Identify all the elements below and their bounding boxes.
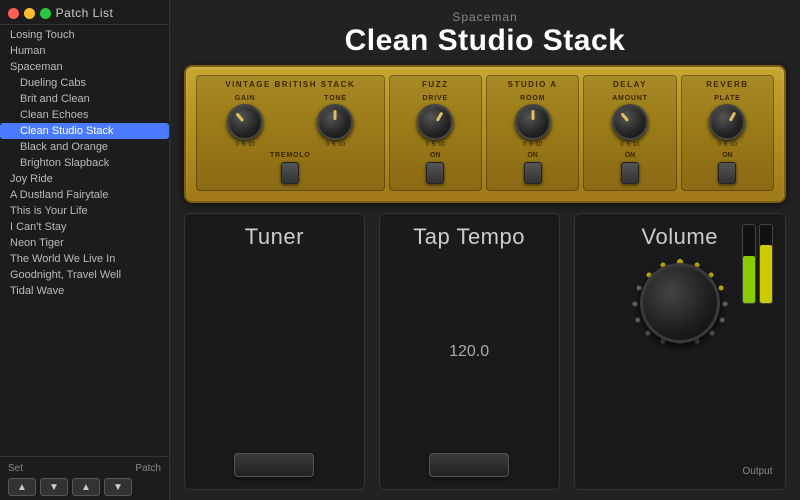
amp-section-vintage-british: VINTAGE BRITISH STACK GAIN 0510 TONE 051… <box>196 75 385 191</box>
patch-item[interactable]: Brit and Clean <box>0 91 169 107</box>
bottom-section: Tuner Tap Tempo 120.0 Volume <box>184 213 786 490</box>
knobs-row: GAIN 0510 TONE 0510 <box>203 95 378 148</box>
patch-item[interactable]: Neon Tiger <box>0 235 169 251</box>
patch-item[interactable]: Clean Echoes <box>0 107 169 123</box>
section-label-vintage: VINTAGE BRITISH STACK <box>203 80 378 89</box>
sidebar: Patch List Losing TouchHumanSpacemanDuel… <box>0 0 170 500</box>
patch-item[interactable]: The World We Live In <box>0 251 169 267</box>
reverb-toggle[interactable] <box>718 162 736 184</box>
fuzz-toggle[interactable] <box>426 162 444 184</box>
patch-item[interactable]: I Can't Stay <box>0 219 169 235</box>
patch-item[interactable]: Dueling Cabs <box>0 75 169 91</box>
section-label-fuzz: FUZZ <box>396 80 475 89</box>
tap-tempo-value: 120.0 <box>449 343 489 361</box>
output-label: Output <box>742 466 772 477</box>
tap-tempo-button[interactable] <box>429 453 509 477</box>
nav-buttons: ▲▼▲▼ <box>8 478 161 496</box>
set-label: Set <box>8 463 23 474</box>
amp-section-reverb: REVERB PLATE 0510 ON <box>681 75 774 191</box>
main-area: Spaceman Clean Studio Stack VINTAGE BRIT… <box>170 0 800 500</box>
patch-item[interactable]: Tidal Wave <box>0 283 169 299</box>
delay-toggle[interactable] <box>621 162 639 184</box>
knob-group-plate: PLATE 0510 <box>709 95 745 148</box>
nav-button-2[interactable]: ▲ <box>72 478 100 496</box>
knob-group-drive: DRIVE 0510 <box>417 95 453 148</box>
patch-item[interactable]: Joy Ride <box>0 171 169 187</box>
section-label-studio-a: STUDIO A <box>493 80 572 89</box>
window-maximize-button[interactable] <box>40 8 51 19</box>
studio-a-toggle[interactable] <box>524 162 542 184</box>
nav-button-1[interactable]: ▼ <box>40 478 68 496</box>
tremolo-area: TREMOLO <box>203 152 378 184</box>
patch-item[interactable]: This is Your Life <box>0 203 169 219</box>
nav-button-0[interactable]: ▲ <box>8 478 36 496</box>
tuner-panel: Tuner <box>184 213 365 490</box>
patch-item[interactable]: Clean Studio Stack <box>0 123 169 139</box>
amp-section-studio-a: STUDIO A ROOM 0510 ON <box>486 75 579 191</box>
plate-knob[interactable] <box>709 104 745 140</box>
patch-item[interactable]: A Dustland Fairytale <box>0 187 169 203</box>
fader-container <box>742 224 773 462</box>
patch-list: Losing TouchHumanSpacemanDueling CabsBri… <box>0 25 169 456</box>
amp-section-fuzz: FUZZ DRIVE 0510 ON <box>389 75 482 191</box>
patch-item[interactable]: Goodnight, Travel Well <box>0 267 169 283</box>
sidebar-footer: Set Patch ▲▼▲▼ <box>0 456 169 500</box>
volume-title: Volume <box>642 224 718 250</box>
output-area: Output <box>742 224 773 477</box>
tap-tempo-title: Tap Tempo <box>413 224 525 250</box>
patch-item[interactable]: Spaceman <box>0 59 169 75</box>
knob-group-amount: AMOUNT 0510 <box>612 95 648 148</box>
patch-title: Clean Studio Stack <box>184 24 786 57</box>
patch-label: Patch <box>135 463 161 474</box>
fader-track-right[interactable] <box>759 224 773 304</box>
tuner-button[interactable] <box>234 453 314 477</box>
tremolo-toggle[interactable] <box>281 162 299 184</box>
amp-sections: VINTAGE BRITISH STACK GAIN 0510 TONE 051… <box>196 75 774 191</box>
patch-item[interactable]: Black and Orange <box>0 139 169 155</box>
tone-knob[interactable] <box>317 104 353 140</box>
amp-panel: VINTAGE BRITISH STACK GAIN 0510 TONE 051… <box>184 65 786 203</box>
volume-knob[interactable] <box>640 263 720 343</box>
amp-section-delay: DELAY AMOUNT 0510 ON <box>583 75 676 191</box>
section-label-reverb: REVERB <box>688 80 767 89</box>
window-close-button[interactable] <box>8 8 19 19</box>
window-minimize-button[interactable] <box>24 8 35 19</box>
header: Spaceman Clean Studio Stack <box>184 10 786 57</box>
section-label-delay: DELAY <box>590 80 669 89</box>
knob-group-room: ROOM 0510 <box>515 95 551 148</box>
patch-item[interactable]: Brighton Slapback <box>0 155 169 171</box>
app-title: Spaceman <box>184 10 786 24</box>
nav-button-3[interactable]: ▼ <box>104 478 132 496</box>
fader-track-left[interactable] <box>742 224 756 304</box>
volume-panel: Volume <box>574 213 787 490</box>
drive-knob[interactable] <box>417 104 453 140</box>
knob-group-tone: TONE 0510 <box>317 95 353 148</box>
patch-item[interactable]: Losing Touch <box>0 27 169 43</box>
gain-knob[interactable] <box>227 104 263 140</box>
room-knob[interactable] <box>515 104 551 140</box>
amount-knob[interactable] <box>612 104 648 140</box>
patch-item[interactable]: Human <box>0 43 169 59</box>
tuner-title: Tuner <box>245 224 304 250</box>
tap-tempo-panel: Tap Tempo 120.0 <box>379 213 560 490</box>
knob-group-gain: GAIN 0510 <box>227 95 263 148</box>
